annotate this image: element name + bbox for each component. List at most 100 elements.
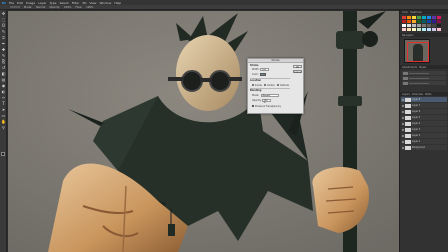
layer-row[interactable]: Layer 3 <box>401 127 447 132</box>
color-swatch[interactable] <box>402 20 406 23</box>
layer-row[interactable]: Layer 7 <box>401 103 447 108</box>
menu-select[interactable]: Select <box>59 1 68 5</box>
visibility-eye-icon[interactable] <box>402 128 404 131</box>
color-swatch[interactable] <box>427 24 431 27</box>
color-swatch[interactable] <box>432 16 436 19</box>
layer-row[interactable]: Background <box>401 145 447 150</box>
visibility-eye-icon[interactable] <box>402 140 404 143</box>
color-swatch[interactable] <box>407 28 411 31</box>
color-swatch[interactable] <box>402 28 406 31</box>
history-brush-icon[interactable]: ↺ <box>1 65 6 70</box>
width-field[interactable]: 1 px <box>260 68 269 71</box>
menu-window[interactable]: Window <box>100 1 112 5</box>
visibility-eye-icon[interactable] <box>402 110 404 113</box>
color-swatch[interactable] <box>417 28 421 31</box>
menu-3d[interactable]: 3D <box>82 1 86 5</box>
color-swatch[interactable] <box>407 24 411 27</box>
color-swatch[interactable] <box>412 20 416 23</box>
cancel-button[interactable]: Cancel <box>293 70 302 74</box>
color-swatch[interactable] <box>427 28 431 31</box>
color-swatch[interactable] <box>437 28 441 31</box>
gradient-icon[interactable]: ▤ <box>1 77 6 82</box>
layer-row[interactable]: Layer 2 <box>401 133 447 138</box>
color-swatch[interactable] <box>412 28 416 31</box>
color-swatch[interactable] <box>432 20 436 23</box>
ok-button[interactable]: OK <box>293 65 302 69</box>
color-swatch[interactable] <box>412 24 416 27</box>
tab-color[interactable]: Color <box>402 11 408 14</box>
color-swatch[interactable] <box>427 20 431 23</box>
path-select-icon[interactable]: ➤ <box>1 107 6 112</box>
type-icon[interactable]: T <box>1 101 6 106</box>
color-swatch[interactable] <box>422 20 426 23</box>
menu-type[interactable]: Type <box>50 1 57 5</box>
color-swatch[interactable] <box>437 24 441 27</box>
menu-view[interactable]: View <box>89 1 96 5</box>
color-swatch[interactable] <box>402 16 406 19</box>
document-canvas[interactable] <box>8 11 399 252</box>
layer-row[interactable]: Layer 6 <box>401 109 447 114</box>
tab-navigator[interactable]: Navigator <box>402 34 414 37</box>
quick-select-icon[interactable]: ✎ <box>1 29 6 34</box>
layer-row[interactable]: Layer 8 <box>401 97 447 102</box>
navigator-preview[interactable] <box>404 39 430 63</box>
flow-field[interactable]: 100% <box>86 6 93 9</box>
blend-mode-select[interactable]: Normal <box>261 94 279 97</box>
eraser-icon[interactable]: ◧ <box>1 71 6 76</box>
healing-icon[interactable]: ✚ <box>1 47 6 52</box>
opacity-field[interactable]: 100% <box>64 6 71 9</box>
adjustment-row[interactable] <box>402 76 446 80</box>
color-swatch[interactable] <box>437 20 441 23</box>
stamp-icon[interactable]: ⎘ <box>1 59 6 64</box>
color-swatch[interactable] <box>422 16 426 19</box>
visibility-eye-icon[interactable] <box>402 146 404 149</box>
navigator-viewbox[interactable] <box>407 42 429 62</box>
adjustment-row[interactable] <box>402 81 446 85</box>
menu-edit[interactable]: Edit <box>17 1 23 5</box>
tab-swatches[interactable]: Swatches <box>410 11 421 14</box>
blur-icon[interactable]: ◉ <box>1 83 6 88</box>
foreground-color-swatch[interactable] <box>1 152 5 156</box>
location-outside-radio[interactable] <box>277 84 279 86</box>
color-swatch[interactable] <box>437 16 441 19</box>
hand-icon[interactable]: ✋ <box>1 119 6 124</box>
visibility-eye-icon[interactable] <box>402 104 404 107</box>
tab-styles[interactable]: Styles <box>419 66 426 69</box>
color-swatch[interactable] <box>432 24 436 27</box>
menu-file[interactable]: File <box>9 1 14 5</box>
brush-icon[interactable]: ✎ <box>1 53 6 58</box>
color-swatch[interactable] <box>417 24 421 27</box>
tab-channels[interactable]: Channels <box>412 93 423 96</box>
marquee-icon[interactable]: ⬚ <box>1 17 6 22</box>
layer-row[interactable]: Layer 1 <box>401 139 447 144</box>
color-swatch[interactable] <box>422 24 426 27</box>
mode-select[interactable]: Normal <box>36 6 45 9</box>
eyedropper-icon[interactable]: ✒ <box>1 41 6 46</box>
color-swatch[interactable] <box>432 28 436 31</box>
crop-icon[interactable]: ⌗ <box>1 35 6 40</box>
visibility-eye-icon[interactable] <box>402 122 404 125</box>
color-swatch[interactable] <box>407 16 411 19</box>
zoom-icon[interactable]: ⚲ <box>1 125 6 130</box>
color-swatch[interactable] <box>422 28 426 31</box>
adjustment-row[interactable] <box>402 71 446 75</box>
preserve-transparency-checkbox[interactable] <box>252 105 254 107</box>
brush-preset-picker[interactable] <box>10 6 20 8</box>
layer-row[interactable]: Layer 5 <box>401 115 447 120</box>
location-inside-radio[interactable] <box>252 84 254 86</box>
tab-paths[interactable]: Paths <box>425 93 432 96</box>
stroke-color-swatch[interactable] <box>260 73 266 76</box>
color-swatch[interactable] <box>417 16 421 19</box>
color-swatch[interactable] <box>417 20 421 23</box>
visibility-eye-icon[interactable] <box>402 116 404 119</box>
location-center-radio[interactable] <box>264 84 266 86</box>
pen-icon[interactable]: ✑ <box>1 95 6 100</box>
color-swatch[interactable] <box>412 16 416 19</box>
color-swatch[interactable] <box>402 24 406 27</box>
color-swatch[interactable] <box>407 20 411 23</box>
dodge-icon[interactable]: ◐ <box>1 89 6 94</box>
color-swatch[interactable] <box>427 16 431 19</box>
menu-filter[interactable]: Filter <box>72 1 79 5</box>
menu-image[interactable]: Image <box>26 1 35 5</box>
opacity-field[interactable]: 100 % <box>262 99 271 104</box>
